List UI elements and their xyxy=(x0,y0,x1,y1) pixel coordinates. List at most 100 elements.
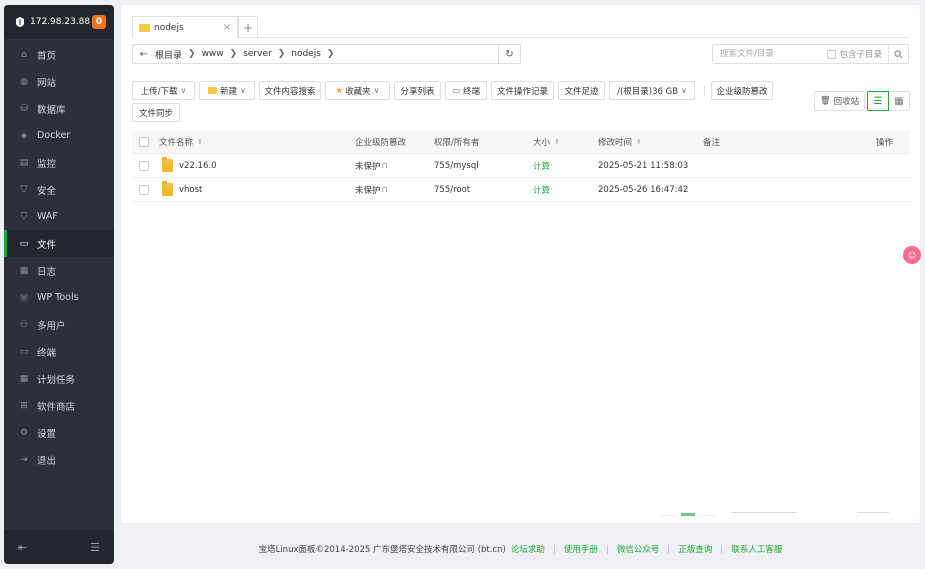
row-checkbox[interactable] xyxy=(139,185,149,195)
users-icon: ⚇ xyxy=(19,319,29,330)
grid-view-icon[interactable]: ▦ xyxy=(889,91,910,111)
sidebar-item-2[interactable]: ⛁ 数据库 xyxy=(4,95,114,122)
sidebar-item-5[interactable]: ⛉ 安全 xyxy=(4,176,114,203)
new-button[interactable]: 新建 ∨ xyxy=(199,81,255,100)
terminal-icon: ▭ xyxy=(19,346,29,357)
crumb-www[interactable]: www xyxy=(202,49,224,59)
col-name-label: 文件名称 xyxy=(159,138,194,148)
mtime-cell: 2025-05-26 16:47:42 xyxy=(598,184,689,195)
assistant-float-icon[interactable]: ☺ xyxy=(903,246,921,264)
search-input[interactable] xyxy=(713,49,828,59)
list-view-icon[interactable]: ☰ xyxy=(867,91,889,111)
col-mtime[interactable]: 修改时间 ⬍ xyxy=(598,136,642,148)
sidebar-item-15[interactable]: ⇥ 退出 xyxy=(4,446,114,473)
footer-link-support[interactable]: 联系人工客服 xyxy=(731,543,782,555)
sidebar-item-12[interactable]: ▦ 计划任务 xyxy=(4,365,114,392)
crumb-root[interactable]: 根目录 xyxy=(155,48,182,61)
col-size[interactable]: 大小 ⬍ xyxy=(533,136,560,148)
file-name[interactable]: vhost xyxy=(179,185,202,195)
col-name[interactable]: 文件名称 ⬍ xyxy=(159,136,203,148)
perm-cell[interactable]: 755/mysql xyxy=(434,161,479,171)
row-checkbox[interactable] xyxy=(139,161,149,171)
footer-link-verify[interactable]: 正版查询 xyxy=(678,543,712,555)
size-calc-link[interactable]: 计算 xyxy=(533,160,550,172)
refresh-icon[interactable]: ↻ xyxy=(498,45,520,63)
file-footprint-button[interactable]: 文件足迹 xyxy=(558,81,605,100)
footer-link-wechat[interactable]: 微信公众号 xyxy=(617,543,660,555)
sidebar-item-14[interactable]: ⚙ 设置 xyxy=(4,419,114,446)
content-search-button[interactable]: 文件内容搜索 xyxy=(259,81,321,100)
sidebar-footer: ⇤ ☰ xyxy=(4,530,114,564)
perm-cell[interactable]: 755/root xyxy=(434,185,470,195)
file-name-cell[interactable]: v22.16.0 xyxy=(162,157,216,172)
terminal-button[interactable]: ▭ 终端 xyxy=(445,81,487,100)
footer-link-forum[interactable]: 论坛求助 xyxy=(511,543,545,555)
notification-badge[interactable]: 0 xyxy=(92,15,106,29)
sidebar-item-3[interactable]: ◈ Docker xyxy=(4,122,114,149)
crumb-server[interactable]: server xyxy=(243,49,272,59)
sidebar-item-label: 退出 xyxy=(37,455,57,467)
footer-divider xyxy=(721,544,723,554)
recycle-bin-button[interactable]: 🗑 回收站 xyxy=(814,91,865,111)
crumb-nodejs[interactable]: nodejs xyxy=(291,49,321,59)
footer-link-manual[interactable]: 使用手册 xyxy=(564,543,598,555)
sidebar-item-label: WAF xyxy=(37,211,58,222)
sidebar-header: 172.98.23.88 0 xyxy=(4,5,114,39)
sidebar-item-4[interactable]: ▤ 监控 xyxy=(4,149,114,176)
pager-next[interactable] xyxy=(701,515,715,516)
table-row[interactable]: vhost 未保护 ⊓ 755/root 计算 2025-05-26 16:47:… xyxy=(132,178,910,202)
star-icon: ★ xyxy=(335,85,344,96)
indent-icon[interactable]: ⇤ xyxy=(18,541,27,554)
add-tab-button[interactable]: + xyxy=(238,16,258,38)
sidebar-item-label: 监控 xyxy=(37,158,57,170)
sidebar-item-13[interactable]: ⊞ 软件商店 xyxy=(4,392,114,419)
sidebar-item-6[interactable]: ⛉ WAF xyxy=(4,203,114,230)
sidebar-item-10[interactable]: ⚇ 多用户 xyxy=(4,311,114,338)
col-op: 操作 xyxy=(876,138,894,148)
calendar-icon: ▦ xyxy=(19,373,29,384)
chevron-down-icon: ∨ xyxy=(180,86,187,95)
sidebar-item-8[interactable]: ▦ 日志 xyxy=(4,257,114,284)
new-folder-icon xyxy=(208,87,218,94)
favorites-button[interactable]: ★ 收藏夹 ∨ xyxy=(325,81,390,100)
file-sync-button[interactable]: 文件同步 xyxy=(132,103,180,122)
share-list-button[interactable]: 分享列表 xyxy=(394,81,441,100)
menu-collapse-icon[interactable]: ☰ xyxy=(90,541,100,554)
server-ip: 172.98.23.88 xyxy=(30,17,91,27)
tamper-cell[interactable]: 未保护 ⊓ xyxy=(355,160,388,172)
file-op-log-button[interactable]: 文件操作记录 xyxy=(491,81,554,100)
back-arrow-icon[interactable]: ← xyxy=(133,49,155,60)
disk-select-button[interactable]: /(根目录)36 GB ∨ xyxy=(609,81,695,100)
pager-jump[interactable] xyxy=(857,512,889,513)
include-subdir-toggle[interactable]: 包含子目录 xyxy=(827,48,882,60)
pager-size[interactable] xyxy=(731,512,797,513)
sidebar-item-label: 数据库 xyxy=(37,104,66,116)
upload-download-button[interactable]: 上传/下载 ∨ xyxy=(132,81,195,100)
table-row[interactable]: v22.16.0 未保护 ⊓ 755/mysql 计算 2025-05-21 11… xyxy=(132,154,910,178)
include-subdir-checkbox[interactable] xyxy=(827,49,837,59)
sidebar-item-11[interactable]: ▭ 终端 xyxy=(4,338,114,365)
sidebar-item-label: WP Tools xyxy=(37,292,79,303)
tamper-cell[interactable]: 未保护 ⊓ xyxy=(355,184,388,196)
path-bar[interactable]: ← 根目录 ❯ www ❯ server ❯ nodejs ❯ ↻ xyxy=(132,44,521,64)
bt-logo-icon xyxy=(14,16,26,28)
sidebar-item-1[interactable]: ◍ 网站 xyxy=(4,68,114,95)
search-box: 包含子目录 xyxy=(712,44,909,64)
upload-download-label: 上传/下载 xyxy=(140,86,178,97)
close-icon[interactable]: × xyxy=(223,22,231,33)
tab-nodejs[interactable]: nodejs × xyxy=(132,16,238,38)
sidebar-item-7[interactable]: ▭ 文件 xyxy=(4,230,114,257)
sidebar-item-9[interactable]: Ⓦ WP Tools xyxy=(4,284,114,311)
file-name[interactable]: v22.16.0 xyxy=(179,161,216,171)
pager-prev[interactable] xyxy=(661,515,675,516)
search-icon[interactable] xyxy=(888,45,908,63)
pager-current[interactable] xyxy=(681,513,695,516)
docker-icon: ◈ xyxy=(20,130,28,141)
wordpress-icon: Ⓦ xyxy=(19,294,29,304)
select-all-checkbox[interactable] xyxy=(139,137,149,147)
tamper-protect-button[interactable]: 企业级防篡改 xyxy=(711,81,773,100)
file-name-cell[interactable]: vhost xyxy=(162,181,202,196)
tamper-status: 未保护 xyxy=(355,161,381,172)
size-calc-link[interactable]: 计算 xyxy=(533,184,550,196)
sidebar-item-0[interactable]: ⌂ 首页 xyxy=(4,41,114,68)
